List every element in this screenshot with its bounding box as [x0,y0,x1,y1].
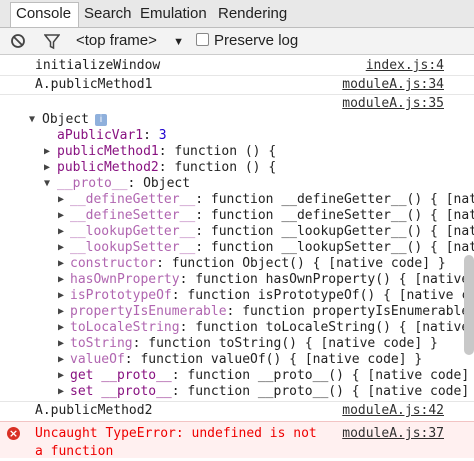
property-value: function isPrototypeOf() { [native co [187,288,474,303]
property-value: function __proto__() { [native code] [187,384,470,399]
property-value: function valueOf() { [native code] } [140,352,423,367]
console-toolbar: <top frame> ▼ Preserve log [0,28,474,55]
property-value: function Object() { [native code] } [171,256,446,271]
message-text: A.publicMethod1 [35,77,153,92]
frame-select-value: <top frame> [76,32,157,49]
info-icon[interactable]: i [94,114,107,126]
tab-rendering[interactable]: Rendering [213,3,292,26]
object-label: Object [42,112,89,127]
property-name: __lookupSetter__ [70,240,196,255]
property-value: function propertyIsEnumerable( [242,304,474,319]
vertical-scrollbar[interactable] [464,255,474,355]
property-name: __proto__ [57,176,128,191]
collapsed-triangle-icon[interactable]: ▶ [58,383,64,401]
property-name: set __proto__ [70,384,172,399]
preserve-log-checkbox[interactable]: Preserve log [196,28,298,54]
property-name: constructor [70,256,157,271]
property-name: get __proto__ [70,368,172,383]
proto-property[interactable]: ▶ set __proto__: function __proto__() { [… [0,383,474,402]
checkbox-box[interactable] [196,33,209,46]
tab-search[interactable]: Search [79,3,137,26]
property-name: hasOwnProperty [70,272,180,287]
property-name: publicMethod1 [57,144,159,159]
source-link[interactable]: moduleA.js:37 [342,425,444,443]
message-text: A.publicMethod2 [35,403,153,418]
property-value: function __defineGetter__() { [nat [210,192,474,207]
property-name: aPublicVar1 [57,128,144,143]
property-value: 3 [158,128,167,143]
property-name: __defineSetter__ [70,208,196,223]
clear-console-icon[interactable] [10,28,26,54]
panel-tab-bar: Console Search Emulation Rendering [0,0,474,28]
console-message: A.publicMethod1 moduleA.js:34 [0,76,474,95]
property-value: function () { [174,144,277,159]
source-link[interactable]: moduleA.js:42 [342,402,444,420]
property-name: propertyIsEnumerable [70,304,227,319]
source-link[interactable]: index.js:4 [366,57,444,75]
error-text: Uncaught TypeError: undefined is not a f… [35,426,317,459]
chevron-down-icon: ▼ [173,36,184,48]
property-name: toLocaleString [70,320,180,335]
property-name: isPrototypeOf [70,288,172,303]
preserve-log-label: Preserve log [214,32,299,49]
console-error-message: × Uncaught TypeError: undefined is not a… [0,421,474,459]
property-name: publicMethod2 [57,160,159,175]
property-value: Object [143,176,191,191]
console-message: A.publicMethod2 moduleA.js:42 [0,402,474,420]
tab-emulation[interactable]: Emulation [135,3,212,26]
frame-select[interactable]: <top frame> ▼ [76,28,184,54]
tab-console[interactable]: Console [10,2,79,27]
property-name: valueOf [70,352,125,367]
filter-icon[interactable] [43,28,61,54]
property-value: function __lookupSetter__() { [nat [210,240,474,255]
property-value: function toLocaleString() { [native c [195,320,474,335]
property-name: __defineGetter__ [70,192,196,207]
property-name: toString [70,336,133,351]
message-text: initializeWindow [35,58,161,73]
property-name: __lookupGetter__ [70,224,196,239]
property-value: function () { [174,160,277,175]
property-value: function __lookupGetter__() { [nat [210,224,474,239]
property-value: function __defineSetter__() { [nat [210,208,474,223]
console-output: initializeWindow index.js:4 A.publicMeth… [0,55,474,459]
property-value: function toString() { [native code] } [148,336,438,351]
error-icon: × [7,427,20,440]
console-message: initializeWindow index.js:4 [0,57,474,76]
source-link[interactable]: moduleA.js:34 [342,76,444,94]
property-value: function hasOwnProperty() { [native c [195,272,474,287]
property-value: function __proto__() { [native code] [187,368,470,383]
